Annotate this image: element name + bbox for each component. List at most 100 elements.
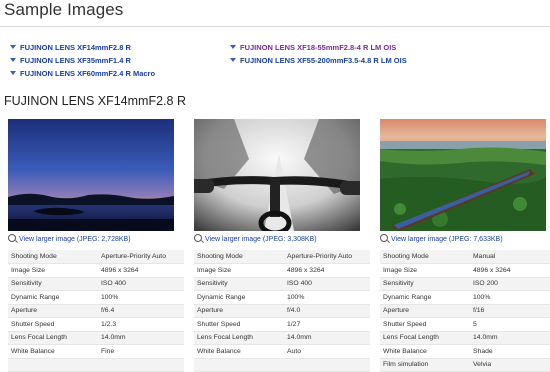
- exif-row: Sensitivity ISO 200: [380, 277, 550, 291]
- exif-row: Dynamic Range 100%: [8, 290, 184, 305]
- exif-row: White Balance Shade: [380, 344, 550, 359]
- exif-table: Shooting Mode Manual Image Size 4896 x 326…: [380, 250, 550, 372]
- exif-value: 4896 x 3264: [284, 263, 370, 278]
- exif-label: Shooting Mode: [194, 250, 284, 264]
- exif-label: Shutter Speed: [194, 317, 284, 332]
- lens-link-label: FUJINON LENS XF35mmF1.4 R: [20, 56, 131, 65]
- exif-label: [194, 358, 284, 372]
- triangle-bullet-icon: [10, 58, 16, 62]
- lens-link-xf18-55[interactable]: FUJINON LENS XF18-55mmF2.8-4 R LM OIS: [230, 41, 407, 54]
- sample-thumbnail[interactable]: [8, 119, 174, 231]
- exif-value: 100%: [470, 290, 550, 305]
- exif-value: Auto: [284, 344, 370, 359]
- exif-value: Fine: [98, 344, 184, 359]
- lens-link-label: FUJINON LENS XF60mmF2.4 R Macro: [20, 69, 156, 78]
- lens-link-xf35[interactable]: FUJINON LENS XF35mmF1.4 R: [10, 54, 155, 67]
- exif-value: ISO 200: [470, 277, 550, 291]
- lens-link-label: FUJINON LENS XF55-200mmF3.5-4.8 R LM OIS: [240, 56, 407, 65]
- exif-label: Shutter Speed: [8, 317, 98, 332]
- exif-value: 4896 x 3264: [98, 263, 184, 278]
- exif-value: Aperture-Priority Auto: [98, 250, 184, 264]
- exif-label: Sensitivity: [194, 277, 284, 291]
- twilight-lake-photo: [8, 119, 174, 231]
- exif-row: Sensitivity ISO 400: [8, 277, 184, 291]
- exif-label: Dynamic Range: [8, 290, 98, 305]
- exif-row: White Balance Fine: [8, 344, 184, 359]
- lens-link-xf55-200[interactable]: FUJINON LENS XF55-200mmF3.5-4.8 R LM OIS: [230, 54, 407, 67]
- lens-links-right-column: FUJINON LENS XF18-55mmF2.8-4 R LM OIS FU…: [230, 41, 407, 67]
- sample-image-card: View larger image (JPEG: 7,633KB) Shooti…: [380, 119, 550, 372]
- exif-label: Sensitivity: [8, 277, 98, 291]
- triangle-bullet-icon: [230, 58, 236, 62]
- exif-label: Image Size: [380, 263, 470, 278]
- triangle-bullet-icon: [10, 45, 16, 49]
- exif-label: Shutter Speed: [380, 317, 470, 332]
- lens-link-xf60[interactable]: FUJINON LENS XF60mmF2.4 R Macro: [10, 67, 155, 80]
- exif-value: 100%: [284, 290, 370, 305]
- exif-label: [8, 358, 98, 372]
- exif-row: Shutter Speed 1/2.3: [8, 317, 184, 332]
- exif-value: Velvia: [470, 358, 550, 372]
- exif-label: Lens Focal Length: [194, 331, 284, 345]
- exif-row: Shutter Speed 1/27: [194, 317, 370, 332]
- exif-row: Lens Focal Length 14.0mm: [8, 331, 184, 345]
- exif-value: Aperture-Priority Auto: [284, 250, 370, 264]
- title-divider: [0, 26, 550, 27]
- exif-row: Aperture f/4.0: [194, 304, 370, 318]
- exif-row: Lens Focal Length 14.0mm: [380, 331, 550, 345]
- exif-row: Image Size 4896 x 3264: [8, 263, 184, 278]
- exif-table: Shooting Mode Aperture-Priority Auto Imag…: [8, 250, 184, 372]
- exif-row: Aperture f/6.4: [8, 304, 184, 318]
- exif-value: ISO 400: [284, 277, 370, 291]
- exif-value: 14.0mm: [470, 331, 550, 345]
- exif-label: Image Size: [8, 263, 98, 278]
- magnifier-icon: [380, 234, 388, 242]
- lens-link-label: FUJINON LENS XF18-55mmF2.8-4 R LM OIS: [240, 43, 397, 52]
- exif-label: Dynamic Range: [194, 290, 284, 305]
- exif-value: 100%: [98, 290, 184, 305]
- exif-label: Lens Focal Length: [8, 331, 98, 345]
- exif-value: 1/27: [284, 317, 370, 332]
- exif-label: Shooting Mode: [380, 250, 470, 264]
- exif-value: f/16: [470, 304, 550, 318]
- exif-row: Dynamic Range 100%: [380, 290, 550, 305]
- exif-value: Manual: [470, 250, 550, 264]
- exif-row: Shooting Mode Aperture-Priority Auto: [8, 250, 184, 264]
- exif-value: [284, 358, 370, 372]
- exif-value: 14.0mm: [284, 331, 370, 345]
- magnifier-icon: [8, 234, 16, 242]
- section-heading: FUJINON LENS XF14mmF2.8 R: [4, 94, 186, 108]
- exif-label: White Balance: [380, 344, 470, 359]
- sample-image-card: View larger image (JPEG: 3,308KB) Shooti…: [194, 119, 370, 372]
- exif-label: Sensitivity: [380, 277, 470, 291]
- exif-value: f/6.4: [98, 304, 184, 318]
- lens-link-label: FUJINON LENS XF14mmF2.8 R: [20, 43, 131, 52]
- exif-label: Aperture: [8, 304, 98, 318]
- exif-row: Shooting Mode Aperture-Priority Auto: [194, 250, 370, 264]
- exif-row: [8, 358, 184, 372]
- exif-table: Shooting Mode Aperture-Priority Auto Imag…: [194, 250, 370, 372]
- sample-thumbnail[interactable]: [194, 119, 360, 231]
- lake-boat-photo: [380, 119, 546, 231]
- triangle-bullet-icon: [10, 71, 16, 75]
- exif-row: Lens Focal Length 14.0mm: [194, 331, 370, 345]
- view-larger-label: View larger image (JPEG: 7,633KB): [391, 236, 503, 243]
- page-title: Sample Images: [4, 0, 124, 19]
- lens-link-xf14[interactable]: FUJINON LENS XF14mmF2.8 R: [10, 41, 155, 54]
- exif-value: ISO 400: [98, 277, 184, 291]
- exif-label: Lens Focal Length: [380, 331, 470, 345]
- exif-row: Aperture f/16: [380, 304, 550, 318]
- view-larger-image-link[interactable]: View larger image (JPEG: 7,633KB): [380, 234, 503, 246]
- exif-row: Image Size 4896 x 3264: [380, 263, 550, 278]
- exif-value: 1/2.3: [98, 317, 184, 332]
- triangle-bullet-icon: [230, 45, 236, 49]
- exif-row: Image Size 4896 x 3264: [194, 263, 370, 278]
- view-larger-image-link[interactable]: View larger image (JPEG: 2,728KB): [8, 234, 131, 246]
- sample-thumbnail[interactable]: [380, 119, 546, 231]
- view-larger-image-link[interactable]: View larger image (JPEG: 3,308KB): [194, 234, 317, 246]
- exif-row: [194, 358, 370, 372]
- lens-links: FUJINON LENS XF14mmF2.8 R FUJINON LENS X…: [0, 41, 550, 81]
- exif-label: Dynamic Range: [380, 290, 470, 305]
- exif-value: 14.0mm: [98, 331, 184, 345]
- exif-row: Sensitivity ISO 400: [194, 277, 370, 291]
